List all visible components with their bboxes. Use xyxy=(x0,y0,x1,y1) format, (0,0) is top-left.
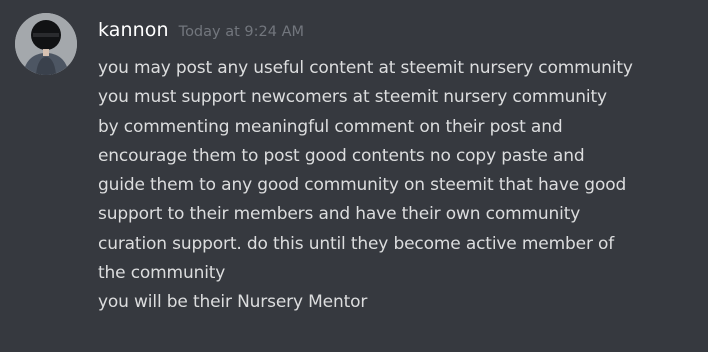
timestamp: Today at 9:24 AM xyxy=(178,24,304,40)
message-line: you may post any useful content at steem… xyxy=(98,58,633,78)
chat-message: kannon Today at 9:24 AM you may post any… xyxy=(0,0,708,352)
message-line: you must support newcomers at steemit nu… xyxy=(98,87,607,108)
message-line: curation support. do this until they bec… xyxy=(98,233,615,254)
avatar-image xyxy=(15,13,77,75)
user-avatar[interactable] xyxy=(15,13,77,75)
message-line: you will be their Nursery Mentor xyxy=(98,292,368,313)
message-line: guide them to any good community on stee… xyxy=(98,175,627,196)
message-line: encourage them to post good contents no … xyxy=(98,145,585,166)
message-line: by commenting meaningful comment on thei… xyxy=(98,116,563,137)
message-content: you may post any useful content at steem… xyxy=(98,54,706,318)
message-line: the community xyxy=(98,263,226,284)
message-line: support to their members and have their … xyxy=(98,204,581,225)
message-header: kannon Today at 9:24 AM xyxy=(98,19,304,41)
username[interactable]: kannon xyxy=(98,19,169,41)
